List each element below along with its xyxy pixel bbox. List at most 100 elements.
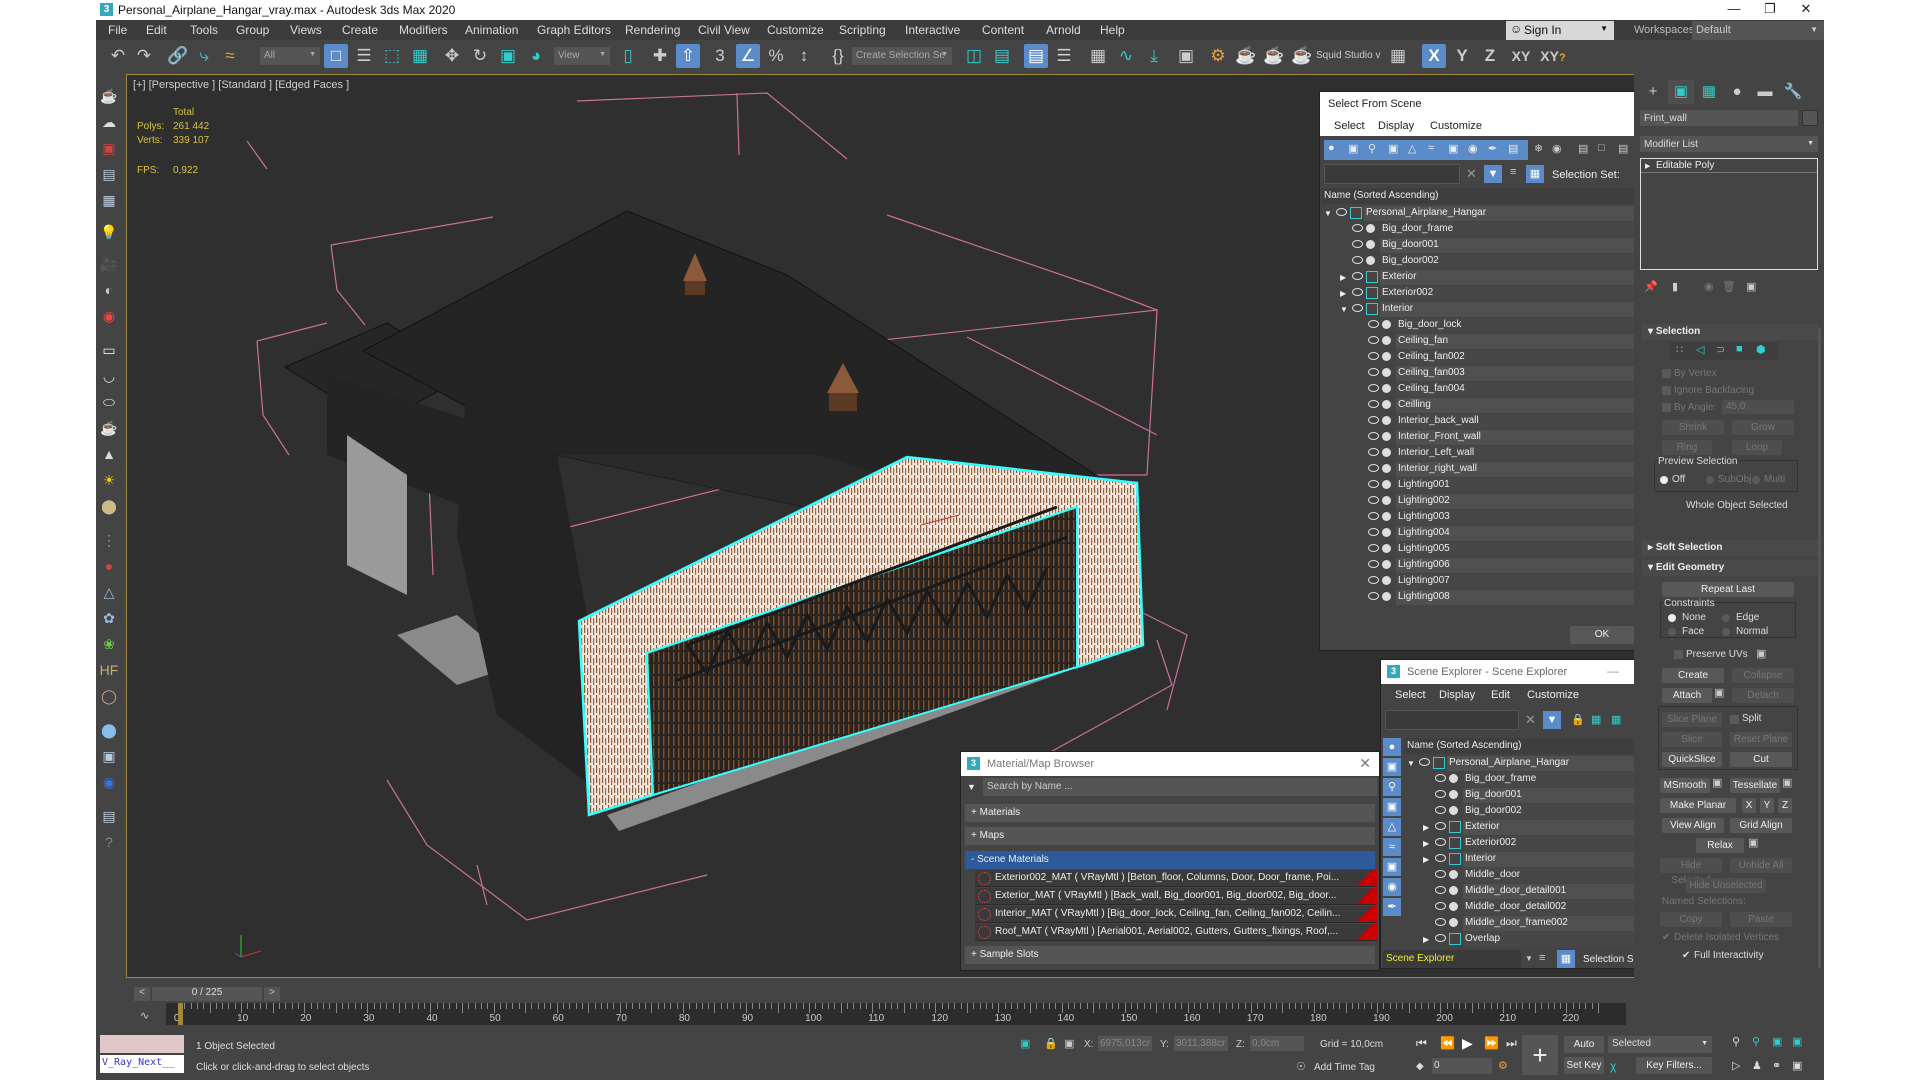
- menu-views[interactable]: Views: [290, 23, 322, 37]
- menu-arnold[interactable]: Arnold: [1046, 23, 1081, 37]
- soft-selection-rollout-header[interactable]: ▸ Soft Selection: [1642, 540, 1818, 556]
- full-interactivity-checkbox[interactable]: ✔: [1682, 950, 1690, 961]
- material-converter-icon[interactable]: ▣: [99, 746, 119, 766]
- visibility-eye-icon[interactable]: [1368, 544, 1379, 552]
- visibility-eye-icon[interactable]: [1419, 758, 1430, 766]
- select-object-icon[interactable]: □: [324, 44, 348, 68]
- visibility-eye-icon[interactable]: [1368, 512, 1379, 520]
- frozen-filter-icon[interactable]: ❄: [1534, 142, 1543, 155]
- snaps-toggle-icon[interactable]: 3: [708, 44, 732, 68]
- disc-light-icon[interactable]: ⬭: [99, 392, 119, 412]
- maxscript-listener-pink[interactable]: [100, 1035, 184, 1053]
- axis-y-button[interactable]: Y: [1450, 44, 1474, 68]
- maximize-viewport-icon[interactable]: ▣: [1792, 1059, 1802, 1072]
- view-align-button[interactable]: View Align: [1662, 818, 1724, 833]
- select-manipulate-icon[interactable]: ✚: [648, 44, 672, 68]
- shapes-filter-icon[interactable]: ▣: [1383, 758, 1401, 776]
- scene-material-item[interactable]: Interior_MAT ( VRayMtl ) [Big_door_lock,…: [975, 906, 1377, 923]
- shrink-button[interactable]: Shrink: [1662, 420, 1724, 435]
- preview-subobj-radio[interactable]: [1706, 476, 1714, 484]
- make-unique-icon[interactable]: ◉: [1704, 280, 1714, 293]
- sample-slots-section[interactable]: + Sample Slots: [965, 946, 1375, 964]
- visibility-eye-icon[interactable]: [1352, 288, 1363, 296]
- visibility-eye-icon[interactable]: [1435, 934, 1446, 942]
- menu-graph-editors[interactable]: Graph Editors: [537, 23, 611, 37]
- visibility-eye-icon[interactable]: [1368, 464, 1379, 472]
- light-lister-icon[interactable]: 💡: [99, 222, 119, 242]
- chevron-down-icon[interactable]: ▼: [1525, 954, 1533, 963]
- pivot-center-icon[interactable]: ▯: [616, 44, 640, 68]
- visibility-eye-icon[interactable]: [1368, 368, 1379, 376]
- hidden-filter-icon[interactable]: ◉: [1552, 142, 1562, 155]
- lock-icon[interactable]: 🔒: [1571, 713, 1585, 726]
- rendered-frame-window-icon[interactable]: ☕: [1234, 44, 1258, 68]
- make-planar-x-button[interactable]: X: [1742, 798, 1756, 813]
- element-icon[interactable]: ⬢: [1756, 343, 1766, 356]
- material-editor-icon[interactable]: ▣: [1174, 44, 1198, 68]
- play-icon[interactable]: ▶: [1462, 1035, 1473, 1052]
- select-invert-icon[interactable]: ▤: [1618, 142, 1628, 155]
- loop-button[interactable]: Loop: [1732, 440, 1782, 455]
- bones-filter-icon[interactable]: ✒: [1383, 898, 1401, 916]
- perspective-viewport[interactable]: [+] [Perspective ] [Standard ] [Edged Fa…: [126, 74, 1726, 978]
- preserve-uvs-checkbox[interactable]: [1674, 650, 1683, 659]
- unlink-icon[interactable]: ⤷: [192, 44, 216, 68]
- render-setup-icon[interactable]: ⚙: [1206, 44, 1230, 68]
- layers-icon[interactable]: ≡: [1539, 952, 1545, 964]
- field-of-view-icon[interactable]: ▷: [1732, 1059, 1740, 1072]
- scene-material-item[interactable]: Roof_MAT ( VRayMtl ) [Aerial001, Aerial0…: [975, 924, 1377, 941]
- preview-off-radio[interactable]: [1660, 476, 1668, 484]
- attach-button[interactable]: Attach: [1662, 688, 1712, 703]
- visibility-eye-icon[interactable]: [1352, 224, 1363, 232]
- cameras-filter-icon[interactable]: ▣: [1388, 142, 1398, 155]
- menu-create[interactable]: Create: [342, 23, 378, 37]
- link-icon[interactable]: 🔗: [166, 44, 190, 68]
- key-filters-button[interactable]: Key Filters...: [1636, 1057, 1712, 1074]
- named-selection-dropdown[interactable]: Create Selection Se ▼: [852, 47, 952, 65]
- delete-isolated-checkbox[interactable]: ✔: [1662, 932, 1670, 943]
- menu-customize[interactable]: Customize: [767, 23, 824, 37]
- visibility-eye-icon[interactable]: [1435, 790, 1446, 798]
- modify-tab-icon[interactable]: ▣: [1668, 80, 1694, 104]
- key-mode-dropdown[interactable]: Selected ▼: [1608, 1036, 1712, 1053]
- expand-icon[interactable]: ▶: [1340, 289, 1346, 298]
- select-rotate-icon[interactable]: ↻: [468, 44, 492, 68]
- isolate-selection-icon[interactable]: ▣: [1020, 1037, 1030, 1050]
- split-checkbox[interactable]: [1730, 715, 1739, 724]
- set-key-button[interactable]: Set Key: [1564, 1057, 1604, 1074]
- search-input[interactable]: [1385, 710, 1519, 730]
- copy-button[interactable]: Copy: [1660, 912, 1722, 927]
- create-button[interactable]: Create: [1662, 668, 1724, 683]
- paste-button[interactable]: Paste: [1730, 912, 1792, 927]
- bind-space-warp-icon[interactable]: ≈: [218, 44, 242, 68]
- angle-spinner[interactable]: 45,0: [1722, 400, 1794, 414]
- maps-section[interactable]: + Maps: [965, 827, 1375, 845]
- ignore-backfacing-checkbox[interactable]: [1662, 386, 1671, 395]
- expand-icon[interactable]: ▶: [1423, 823, 1429, 832]
- visibility-eye-icon[interactable]: [1368, 528, 1379, 536]
- walk-through-icon[interactable]: ♟: [1752, 1059, 1762, 1072]
- preview-multi-radio[interactable]: [1752, 476, 1760, 484]
- select-by-name-icon[interactable]: ☰: [352, 44, 376, 68]
- selection-rollout-header[interactable]: ▾ Selection: [1642, 324, 1818, 340]
- make-planar-button[interactable]: Make Planar: [1660, 798, 1736, 813]
- dome-camera-icon[interactable]: ◐: [99, 280, 119, 300]
- fur-icon[interactable]: ✿: [99, 608, 119, 628]
- scene-explorer-toggle-icon[interactable]: ▤: [1024, 44, 1048, 68]
- shapes-filter-icon[interactable]: ▣: [1348, 142, 1358, 155]
- axis-x-button[interactable]: X: [1422, 44, 1446, 68]
- collapse-icon[interactable]: ▼: [1407, 759, 1415, 768]
- previous-key-icon[interactable]: ⏪: [1440, 1036, 1455, 1050]
- make-planar-y-button[interactable]: Y: [1760, 798, 1774, 813]
- menu-interactive[interactable]: Interactive: [905, 23, 960, 37]
- visibility-eye-icon[interactable]: [1368, 592, 1379, 600]
- window-crossing-icon[interactable]: ▦: [408, 44, 432, 68]
- render-production-icon[interactable]: ☕: [1262, 44, 1286, 68]
- visibility-eye-icon[interactable]: [1435, 886, 1446, 894]
- render-preset-label[interactable]: Squid Studio v: [1316, 50, 1381, 61]
- select-place-icon[interactable]: ◕: [524, 44, 548, 68]
- menu-scripting[interactable]: Scripting: [839, 23, 886, 37]
- metaball-icon[interactable]: ●: [99, 556, 119, 576]
- visibility-eye-icon[interactable]: [1435, 902, 1446, 910]
- by-vertex-checkbox[interactable]: [1662, 369, 1671, 378]
